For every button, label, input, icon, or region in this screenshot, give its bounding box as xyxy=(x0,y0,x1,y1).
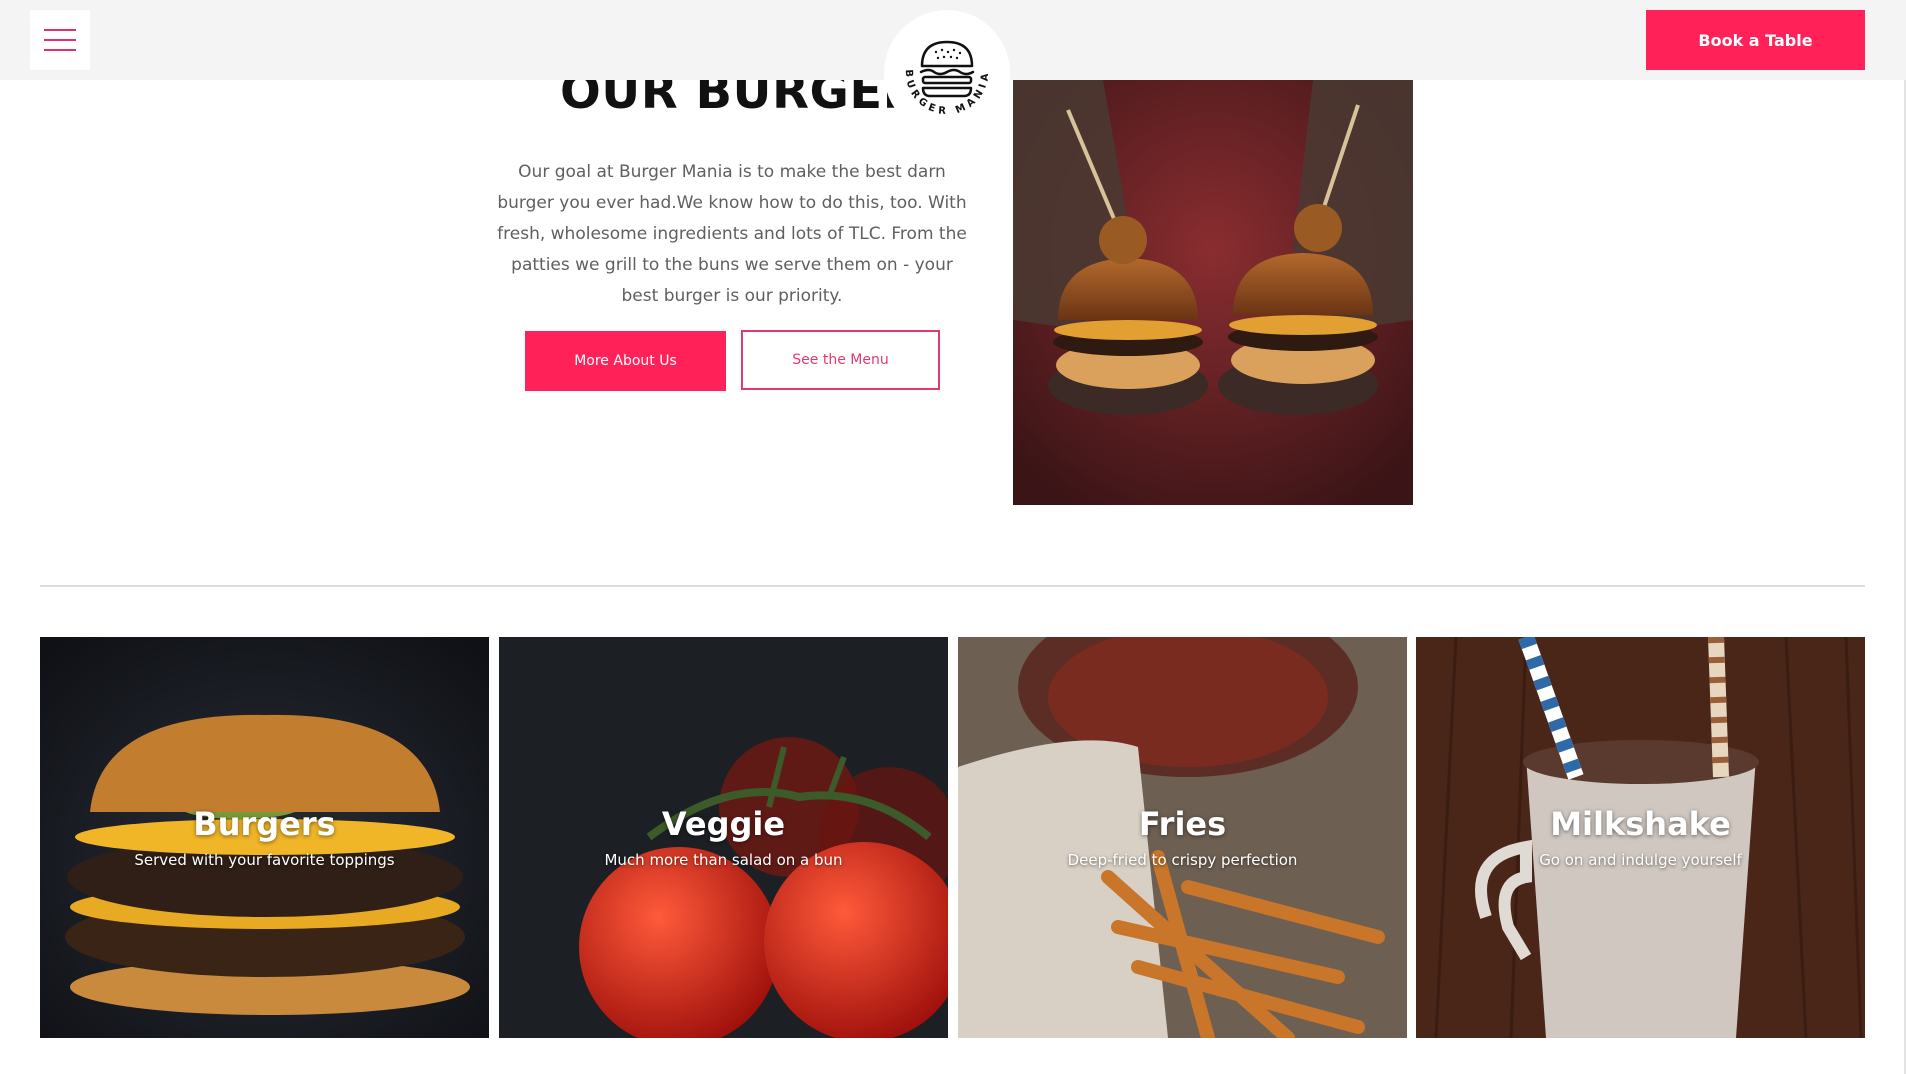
card-subtitle: Served with your favorite toppings xyxy=(134,851,395,869)
see-menu-button[interactable]: See the Menu xyxy=(741,330,940,390)
hamburger-menu-icon[interactable] xyxy=(30,10,90,70)
two-burgers-in-hands-photo xyxy=(1013,80,1413,505)
section-divider xyxy=(40,585,1865,587)
card-title: Veggie xyxy=(661,805,786,843)
book-table-button[interactable]: Book a Table xyxy=(1646,10,1865,70)
card-title: Fries xyxy=(1138,805,1227,843)
card-subtitle: Deep-fried to crispy perfection xyxy=(1067,851,1298,869)
category-card-veggie[interactable]: Veggie Much more than salad on a bun xyxy=(499,637,948,1038)
burger-logo-icon: BURGER MANIA xyxy=(885,11,1009,135)
card-title: Burgers xyxy=(193,805,336,843)
category-card-milkshake[interactable]: Milkshake Go on and indulge yourself xyxy=(1416,637,1865,1038)
card-subtitle: Much more than salad on a bun xyxy=(604,851,843,869)
category-card-burgers[interactable]: Burgers Served with your favorite toppin… xyxy=(40,637,489,1038)
intro-paragraph: Our goal at Burger Mania is to make the … xyxy=(497,162,967,306)
category-card-fries[interactable]: Fries Deep-fried to crispy perfection xyxy=(958,637,1407,1038)
menu-bar xyxy=(44,39,76,41)
burger-mania-logo[interactable]: BURGER MANIA xyxy=(884,10,1010,136)
more-about-us-button[interactable]: More About Us xyxy=(525,331,726,391)
menu-bar xyxy=(44,29,76,31)
card-subtitle: Go on and indulge yourself xyxy=(1539,851,1742,869)
menu-bar xyxy=(44,49,76,51)
card-title: Milkshake xyxy=(1550,805,1731,843)
